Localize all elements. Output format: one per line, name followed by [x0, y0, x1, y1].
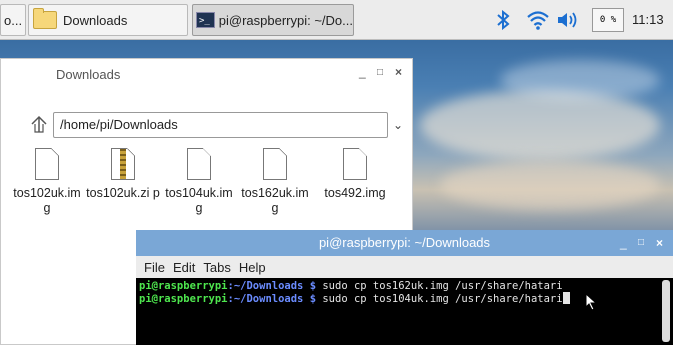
file-item[interactable]: tos102uk.im g [9, 148, 85, 216]
prompt-path: :~/Downloads $ [227, 293, 317, 305]
prompt-path: :~/Downloads $ [227, 280, 317, 292]
mouse-pointer-icon [585, 293, 598, 311]
text-cursor [562, 292, 570, 304]
file-name: tos492.img [324, 186, 386, 200]
terminal-icon: >_ [196, 12, 215, 28]
scrollbar[interactable] [662, 280, 670, 342]
maximize-button[interactable]: □ [638, 230, 644, 256]
chevron-down-icon[interactable]: ⌄ [393, 118, 403, 132]
file-name: tos162uk.im g [241, 186, 309, 215]
terminal-menubar: File Edit Tabs Help [136, 256, 673, 278]
clock[interactable]: 11:13 [632, 0, 664, 40]
wallpaper-cloud [440, 160, 660, 210]
close-button[interactable]: × [656, 230, 663, 256]
file-icon [35, 148, 59, 180]
prompt-user: pi@raspberrypi [139, 293, 228, 305]
prompt-user: pi@raspberrypi [139, 280, 228, 292]
terminal-title: pi@raspberrypi: ~/Downloads [136, 230, 673, 256]
file-item[interactable]: tos104uk.im g [161, 148, 237, 216]
wallpaper-cloud [420, 90, 660, 160]
terminal-line: pi@raspberrypi:~/Downloads $ sudo cp tos… [139, 280, 670, 292]
path-input[interactable]: /home/pi/Downloads [53, 112, 388, 138]
minimize-button[interactable]: _ [359, 65, 366, 79]
menu-edit[interactable]: Edit [173, 260, 195, 275]
taskbar-overflow-label: o... [4, 12, 23, 28]
terminal-window: pi@raspberrypi: ~/Downloads _ □ × File E… [136, 230, 673, 345]
file-icon [343, 148, 367, 180]
file-item[interactable]: tos492.img [317, 148, 393, 201]
file-item[interactable]: tos162uk.im g [237, 148, 313, 216]
file-icon [187, 148, 211, 180]
zip-file-icon [111, 148, 135, 180]
menu-file[interactable]: File [144, 260, 165, 275]
command-text: sudo cp tos162uk.img /usr/share/hatari [316, 280, 563, 292]
menu-tabs[interactable]: Tabs [203, 260, 230, 275]
taskbar: o... Downloads >_ pi@raspberrypi: ~/Do..… [0, 0, 673, 40]
file-name: tos104uk.im g [165, 186, 233, 215]
terminal-output[interactable]: pi@raspberrypi:~/Downloads $ sudo cp tos… [136, 278, 673, 345]
file-icon [263, 148, 287, 180]
cpu-usage-monitor[interactable]: 0 % [592, 8, 624, 32]
taskbar-task-label: pi@raspberrypi: ~/Do... [218, 12, 353, 28]
file-name: tos102uk.im g [13, 186, 81, 215]
window-title: Downloads [56, 67, 121, 82]
menu-help[interactable]: Help [239, 260, 266, 275]
cpu-usage-value: 0 % [599, 15, 617, 25]
taskbar-task-label: Downloads [63, 12, 128, 28]
file-name: tos102uk.zi p [86, 186, 160, 200]
wallpaper-cloud [500, 60, 660, 100]
command-text: sudo cp tos104uk.img /usr/share/hatari [316, 293, 563, 305]
file-item[interactable]: tos102uk.zi p [85, 148, 161, 201]
taskbar-overflow-item[interactable]: o... [0, 4, 26, 36]
close-button[interactable]: × [395, 65, 402, 79]
arrow-up-icon[interactable] [29, 114, 49, 134]
taskbar-task-terminal[interactable]: >_ pi@raspberrypi: ~/Do... [192, 4, 354, 36]
volume-icon[interactable] [556, 11, 580, 29]
taskbar-task-downloads[interactable]: Downloads [28, 4, 188, 36]
bluetooth-icon[interactable] [496, 10, 510, 30]
folder-icon [33, 8, 57, 29]
minimize-button[interactable]: _ [620, 230, 627, 256]
maximize-button[interactable]: □ [377, 67, 383, 78]
wifi-icon[interactable] [526, 9, 550, 31]
